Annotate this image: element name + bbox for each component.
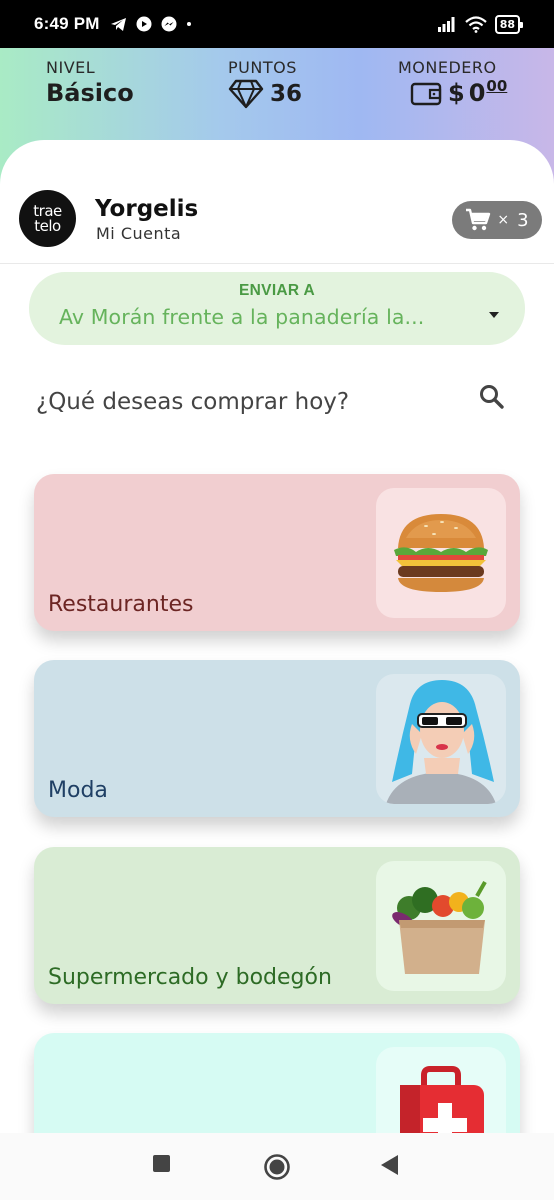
diamond-icon xyxy=(228,79,264,109)
category-card-supermercado[interactable]: Supermercado y bodegón xyxy=(34,847,520,1004)
battery-indicator: 88 xyxy=(494,14,524,34)
address-value: Av Morán frente a la panadería la... xyxy=(59,305,425,329)
notification-icons xyxy=(110,16,192,32)
dot-icon xyxy=(186,22,191,26)
wallet-currency: $ xyxy=(448,79,465,107)
points-value: 36 xyxy=(270,81,303,107)
wifi-icon xyxy=(464,15,487,33)
wallet-stat[interactable]: MONEDERO $ 0 00 xyxy=(398,58,507,107)
level-stat[interactable]: NIVEL Básico xyxy=(46,58,134,107)
category-label: Moda xyxy=(48,778,108,803)
triangle-back-icon xyxy=(381,1155,398,1175)
level-value: Básico xyxy=(46,79,134,107)
traetelo-logo: trae telo xyxy=(19,190,76,247)
wallet-amount: $ 0 00 xyxy=(448,77,508,107)
logo-text-bottom: telo xyxy=(34,216,61,235)
search-input[interactable]: ¿Qué deseas comprar hoy? xyxy=(36,389,349,415)
category-card-restaurantes[interactable]: Restaurantes xyxy=(34,474,520,631)
level-label: NIVEL xyxy=(46,58,96,77)
points-label: PUNTOS xyxy=(228,58,297,77)
cart-count: 3 xyxy=(517,209,529,231)
user-name[interactable]: Yorgelis xyxy=(95,196,198,222)
system-navigation-bar xyxy=(0,1133,554,1200)
points-stat[interactable]: PUNTOS 36 xyxy=(228,58,302,109)
recent-apps-button[interactable] xyxy=(153,1155,170,1172)
cart-button[interactable]: × 3 xyxy=(452,201,542,239)
category-card-moda[interactable]: Moda xyxy=(34,660,520,817)
status-bar: 6:49 PM 88 xyxy=(0,0,554,48)
delivery-address-selector[interactable]: ENVIAR A Av Morán frente a la panadería … xyxy=(29,272,525,345)
back-button[interactable] xyxy=(381,1155,399,1175)
cart-icon xyxy=(466,208,491,231)
youtube-icon xyxy=(136,16,152,32)
search-bar[interactable]: ¿Qué deseas comprar hoy? xyxy=(0,376,554,436)
user-header: trae telo Yorgelis Mi Cuenta × 3 xyxy=(0,140,554,264)
category-label: Supermercado y bodegón xyxy=(48,965,332,990)
my-account-link[interactable]: Mi Cuenta xyxy=(96,224,181,243)
signal-icon xyxy=(437,17,455,32)
status-time: 6:49 PM xyxy=(34,14,100,33)
address-label: ENVIAR A xyxy=(239,282,315,299)
cart-times: × xyxy=(497,212,510,228)
category-card-farmacia[interactable] xyxy=(34,1033,520,1133)
wallet-icon xyxy=(410,82,442,106)
messenger-icon xyxy=(161,16,177,32)
caret-down-icon xyxy=(489,312,499,318)
home-button[interactable] xyxy=(263,1153,291,1181)
points-value-row: 36 xyxy=(228,79,302,109)
wallet-value-row: $ 0 00 xyxy=(410,77,508,107)
fashion-model-image xyxy=(376,674,506,804)
first-aid-kit-image xyxy=(376,1047,506,1133)
status-right: 88 xyxy=(437,14,524,34)
burger-image xyxy=(376,488,506,618)
circle-icon xyxy=(264,1154,290,1180)
search-icon[interactable] xyxy=(478,383,506,411)
telegram-icon xyxy=(110,17,126,31)
square-icon xyxy=(153,1155,170,1172)
main-sheet: trae telo Yorgelis Mi Cuenta × 3 ENVIAR … xyxy=(0,140,554,1133)
wallet-whole: 0 xyxy=(468,79,486,107)
category-label: Restaurantes xyxy=(48,592,194,617)
grocery-bag-image xyxy=(376,861,506,991)
wallet-label: MONEDERO xyxy=(398,58,497,77)
wallet-cents: 00 xyxy=(486,77,508,95)
